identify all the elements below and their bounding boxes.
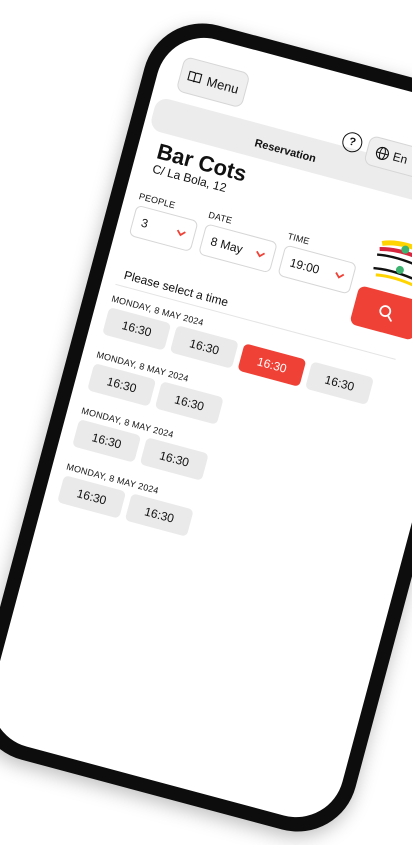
phone-frame: Menu Reservation ? En Bar Cots C/ La Bol… bbox=[0, 10, 412, 845]
chevron-down-icon bbox=[176, 229, 186, 237]
book-icon bbox=[187, 70, 203, 84]
chevron-down-icon bbox=[256, 250, 266, 258]
people-select[interactable]: 3 bbox=[128, 204, 199, 253]
time-slot[interactable]: 16:30 bbox=[169, 325, 239, 369]
time-slot[interactable]: 16:30 bbox=[304, 361, 375, 405]
time-select[interactable]: 19:00 bbox=[277, 244, 358, 295]
globe-icon bbox=[375, 146, 389, 161]
time-slot-selected[interactable]: 16:30 bbox=[237, 343, 307, 387]
menu-button[interactable]: Menu bbox=[175, 56, 251, 109]
time-label: TIME bbox=[286, 230, 311, 247]
chevron-down-icon bbox=[335, 272, 345, 279]
date-value: 8 May bbox=[209, 234, 245, 257]
menu-label: Menu bbox=[205, 73, 241, 97]
app-screen: Menu Reservation ? En Bar Cots C/ La Bol… bbox=[0, 27, 412, 828]
time-slot[interactable]: 16:30 bbox=[124, 493, 194, 537]
people-value: 3 bbox=[139, 215, 150, 231]
search-icon bbox=[379, 305, 392, 322]
time-slot[interactable]: 16:30 bbox=[154, 381, 224, 425]
time-value: 19:00 bbox=[288, 255, 321, 277]
language-label: En bbox=[391, 149, 410, 167]
date-select[interactable]: 8 May bbox=[198, 223, 278, 274]
date-label: DATE bbox=[207, 209, 234, 226]
time-slot[interactable]: 16:30 bbox=[139, 437, 209, 481]
